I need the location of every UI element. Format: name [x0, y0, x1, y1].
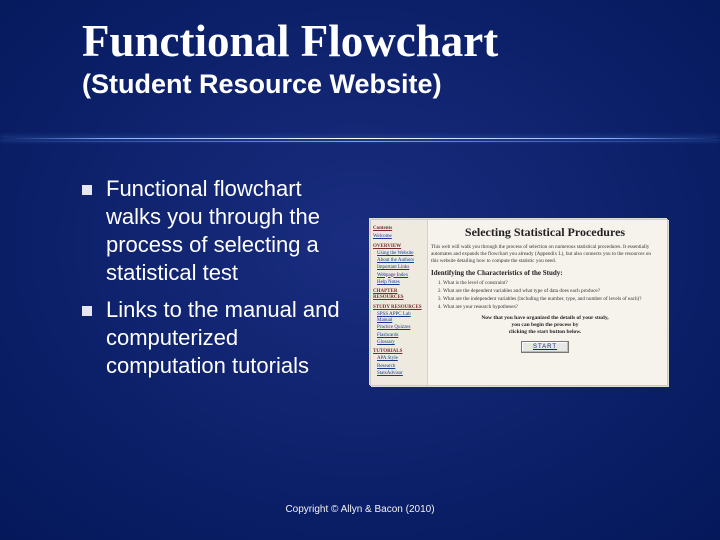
sidebar-heading: CHAPTER RESOURCES	[373, 289, 425, 302]
sidebar-heading: STUDY RESOURCES	[373, 305, 425, 311]
sidebar-link: About the Authors	[377, 258, 425, 264]
divider-line-glow	[0, 141, 720, 142]
sidebar-link: Glossary	[377, 340, 425, 346]
sidebar-link: Webpage Index	[377, 273, 425, 279]
screenshot-question-list: What is the level of constraint? What ar…	[443, 280, 659, 311]
slide-subtitle: (Student Resource Website)	[82, 69, 498, 100]
sidebar-heading: OVERVIEW	[373, 244, 425, 250]
sidebar-link: Practice Quizzes	[377, 325, 425, 331]
screenshot-cta: Now that you have organized the details …	[431, 315, 659, 336]
bullet-text: Links to the manual and computerized com…	[106, 296, 362, 380]
sidebar-link: Using the Website	[377, 251, 425, 257]
sidebar-link: Research	[377, 364, 425, 370]
website-screenshot: Contents Welcome OVERVIEW Using the Webs…	[370, 219, 668, 386]
screenshot-section-heading: Identifying the Characteristics of the S…	[431, 269, 659, 277]
screenshot-question: What are your research hypotheses?	[443, 304, 659, 311]
screenshot-sidebar: Contents Welcome OVERVIEW Using the Webs…	[371, 220, 428, 385]
sidebar-link: StatsAdvisor	[377, 371, 425, 377]
bullet-text: Functional flowchart walks you through t…	[106, 175, 362, 288]
sidebar-link: APA Style	[377, 356, 425, 362]
screenshot-question: What is the level of constraint?	[443, 280, 659, 287]
sidebar-link: SPSS APPC Lab Manual	[377, 312, 425, 325]
list-item: Links to the manual and computerized com…	[82, 296, 362, 380]
list-item: Functional flowchart walks you through t…	[82, 175, 362, 288]
screenshot-intro: This web will walk you through the proce…	[431, 244, 659, 264]
bullet-icon	[82, 306, 92, 316]
sidebar-link: Flashcards	[377, 333, 425, 339]
slide-title: Functional Flowchart	[82, 18, 498, 65]
sidebar-link: Important Links	[377, 265, 425, 271]
screenshot-question: What are the dependent variables and wha…	[443, 288, 659, 295]
screenshot-main: Selecting Statistical Procedures This we…	[423, 220, 667, 385]
divider-line	[0, 138, 720, 139]
screenshot-question: What are the independent variables (incl…	[443, 296, 659, 303]
sidebar-link: Help Notes	[377, 280, 425, 286]
sidebar-heading: TUTORIALS	[373, 349, 425, 355]
start-button: START	[521, 341, 569, 353]
screenshot-title: Selecting Statistical Procedures	[431, 225, 659, 240]
bullet-icon	[82, 185, 92, 195]
sidebar-heading: Contents	[373, 226, 425, 232]
bullet-list: Functional flowchart walks you through t…	[82, 175, 362, 388]
copyright-text: Copyright © Allyn & Bacon (2010)	[0, 504, 720, 515]
sidebar-link: Welcome	[373, 234, 425, 240]
